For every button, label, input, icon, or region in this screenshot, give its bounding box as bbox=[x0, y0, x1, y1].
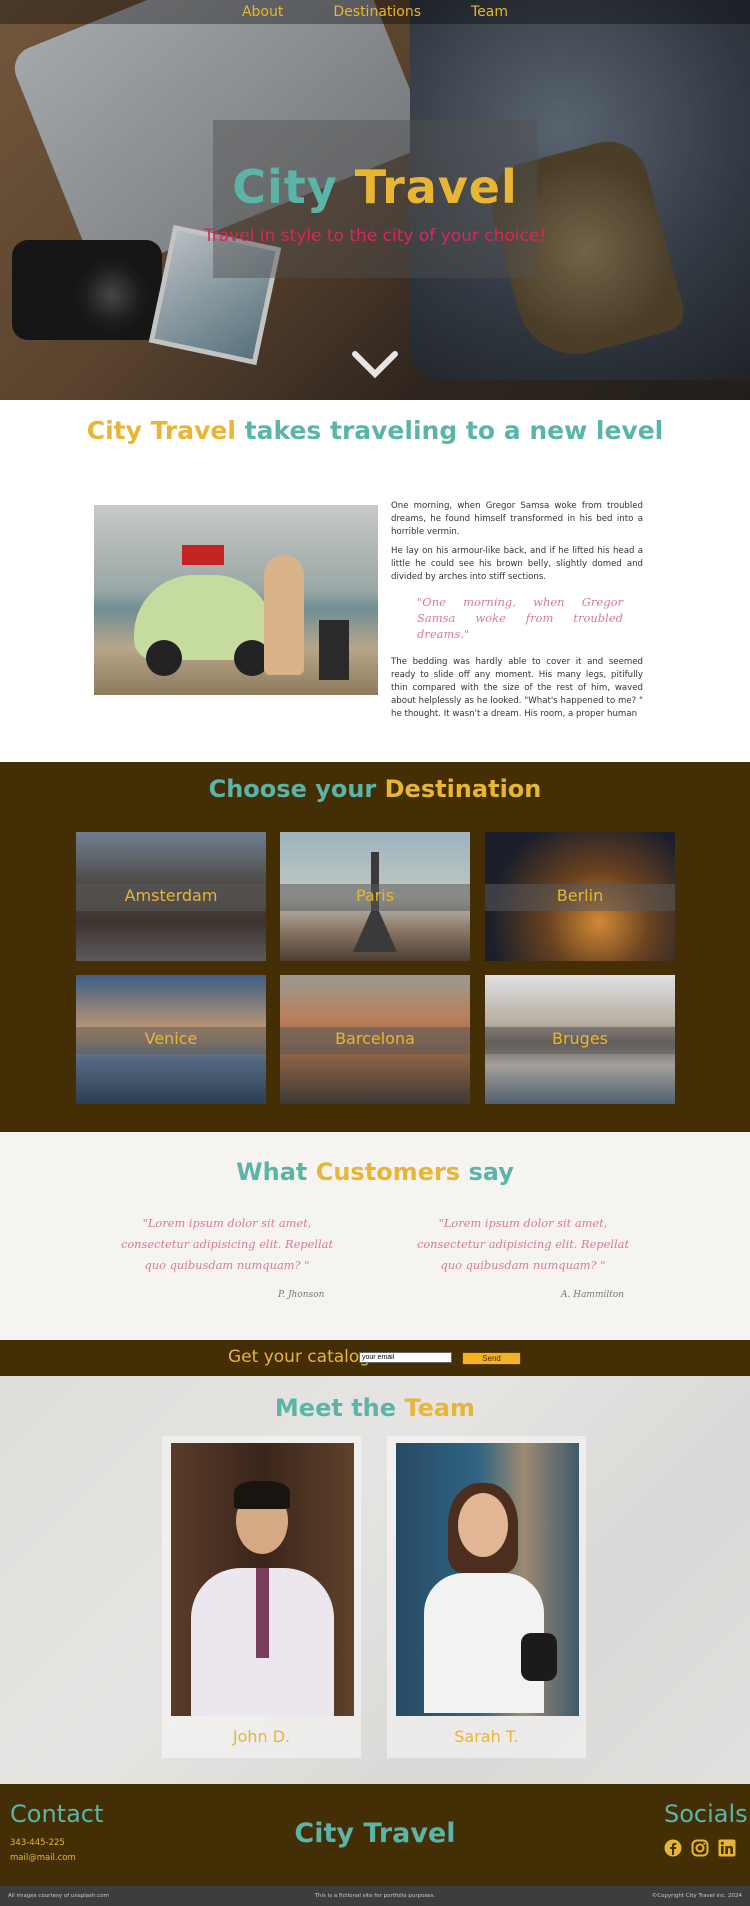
instagram-icon[interactable] bbox=[691, 1839, 709, 1857]
nav-destinations[interactable]: Destinations bbox=[333, 4, 421, 20]
destination-label: Paris bbox=[355, 886, 395, 905]
testimonial-author: A. Hammilton bbox=[561, 1290, 625, 1300]
facebook-icon[interactable] bbox=[664, 1839, 682, 1857]
testimonial-quote: "Lorem ipsum dolor sit amet, consectetur… bbox=[416, 1216, 630, 1272]
intro-car-image bbox=[94, 505, 378, 695]
destination-tile-paris[interactable]: Paris bbox=[280, 832, 470, 961]
team-title: Meet the Team bbox=[274, 1394, 476, 1422]
catalog-send-button[interactable]: Send bbox=[462, 1352, 521, 1365]
linkedin-icon[interactable] bbox=[718, 1839, 736, 1857]
team-member-name: Sarah T. bbox=[454, 1727, 519, 1746]
destination-label: Berlin bbox=[556, 886, 604, 905]
destination-label: Amsterdam bbox=[124, 886, 218, 905]
top-nav: About Destinations Team bbox=[0, 0, 750, 24]
testimonial-author: P. Jhonson bbox=[278, 1290, 325, 1300]
destination-label: Venice bbox=[144, 1029, 198, 1048]
nav-about[interactable]: About bbox=[242, 4, 283, 20]
catalog-email-input[interactable] bbox=[359, 1352, 452, 1363]
team-section bbox=[0, 1376, 750, 1784]
destinations-title: Choose your Destination bbox=[208, 775, 542, 803]
destination-tile-barcelona[interactable]: Barcelona bbox=[280, 975, 470, 1104]
disclaimer: This is a fictional site for portfolio p… bbox=[314, 1893, 436, 1899]
destination-tile-bruges[interactable]: Bruges bbox=[485, 975, 675, 1104]
intro-title: City Travel takes traveling to a new lev… bbox=[86, 416, 664, 445]
intro-text: One morning, when Gregor Samsa woke from… bbox=[391, 500, 643, 727]
footer-email[interactable]: mail@mail.com bbox=[10, 1853, 76, 1863]
team-photo-sarah bbox=[396, 1443, 579, 1716]
intro-paragraph-3: The bedding was hardly able to cover it … bbox=[391, 657, 643, 719]
intro-paragraph-2: He lay on his armour-like back, and if h… bbox=[391, 546, 643, 582]
footer-brand: City Travel bbox=[294, 1818, 456, 1849]
nav-team[interactable]: Team bbox=[471, 4, 508, 20]
destination-label: Barcelona bbox=[335, 1029, 415, 1048]
testimonial-quote: "Lorem ipsum dolor sit amet, consectetur… bbox=[120, 1216, 334, 1272]
intro-paragraph-1: One morning, when Gregor Samsa woke from… bbox=[391, 501, 643, 537]
destination-tile-berlin[interactable]: Berlin bbox=[485, 832, 675, 961]
footer-socials-title: Socials bbox=[664, 1800, 748, 1828]
hero-brand: City Travel bbox=[232, 160, 518, 214]
hero-tagline: Travel in style to the city of your choi… bbox=[203, 226, 547, 246]
destination-label: Bruges bbox=[551, 1029, 609, 1048]
destination-tile-amsterdam[interactable]: Amsterdam bbox=[76, 832, 266, 961]
scroll-down-chevron-icon[interactable] bbox=[352, 350, 398, 380]
destination-tile-venice[interactable]: Venice bbox=[76, 975, 266, 1104]
team-member-name: John D. bbox=[232, 1727, 291, 1746]
bottom-bar: All images courtesy of unsplash.com This… bbox=[0, 1886, 750, 1906]
catalog-label: Get your catalog: bbox=[228, 1347, 376, 1367]
copyright: ©Copyright City Travel inc. 2024 bbox=[651, 1893, 742, 1899]
testimonials-title: What Customers say bbox=[236, 1158, 514, 1186]
intro-quote: "One morning, when Gregor Samsa woke fro… bbox=[417, 595, 623, 641]
team-photo-john bbox=[171, 1443, 354, 1716]
